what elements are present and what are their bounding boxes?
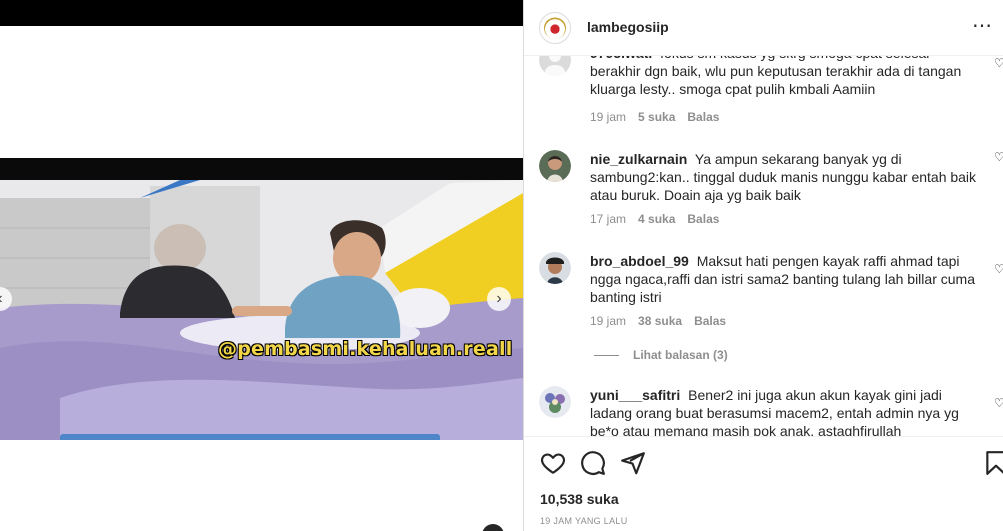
- comment-icon[interactable]: [580, 450, 606, 476]
- reply-button[interactable]: Balas: [694, 314, 726, 328]
- video-frame-image: [0, 158, 523, 440]
- comment-text: 9795iwati fokus sm kasus yg skrg smoga c…: [590, 56, 982, 98]
- author-logo-icon: [544, 17, 566, 39]
- heart-icon[interactable]: [540, 450, 566, 476]
- reply-button[interactable]: Balas: [687, 110, 719, 124]
- comment-meta: 17 jam 4 suka Balas: [590, 212, 719, 226]
- commenter-avatar[interactable]: [539, 150, 571, 182]
- comment-likes[interactable]: 38 suka: [638, 314, 682, 328]
- comment-meta: 19 jam 38 suka Balas: [590, 314, 726, 328]
- comment-text: bro_abdoel_99 Maksut hati pengen kayak r…: [590, 252, 982, 306]
- heart-icon[interactable]: ♡: [994, 150, 1003, 164]
- media-top-black-bar: [0, 0, 523, 26]
- send-icon[interactable]: [620, 450, 646, 476]
- post-header: lambegosiip ⋯: [524, 0, 1003, 56]
- commenter-username[interactable]: nie_zulkarnain: [590, 151, 687, 167]
- video-watermark: @pembasmi.kehaluan.reall: [218, 338, 513, 360]
- more-horizontal-icon[interactable]: ⋯: [972, 13, 993, 38]
- heart-icon[interactable]: ♡: [994, 262, 1003, 276]
- view-replies-line: [594, 354, 619, 356]
- comment-likes[interactable]: 4 suka: [638, 212, 675, 226]
- commenter-username[interactable]: 9795iwati: [590, 56, 652, 61]
- post-media-pane: @pembasmi.kehaluan.reall ‹ ›: [0, 0, 523, 531]
- comment-text: nie_zulkarnain Ya ampun sekarang banyak …: [590, 150, 982, 204]
- commenter-avatar[interactable]: [539, 56, 571, 76]
- view-replies-button[interactable]: Lihat balasan (3): [594, 348, 728, 362]
- comment-text: yuni___safitri Bener2 ini juga akun akun…: [590, 386, 982, 436]
- comment-time[interactable]: 19 jam: [590, 110, 626, 124]
- comments-list[interactable]: 9795iwati fokus sm kasus yg skrg smoga c…: [524, 56, 1003, 436]
- comment-likes[interactable]: 5 suka: [638, 110, 675, 124]
- comment-meta: 19 jam 5 suka Balas: [590, 110, 719, 124]
- heart-icon[interactable]: ♡: [994, 396, 1003, 410]
- commenter-username[interactable]: yuni___safitri: [590, 387, 680, 403]
- like-count[interactable]: 10,538 suka: [540, 491, 619, 507]
- media-bottom-control[interactable]: [482, 524, 504, 531]
- author-avatar[interactable]: [539, 12, 571, 44]
- reply-button[interactable]: Balas: [687, 212, 719, 226]
- view-replies-label: Lihat balasan (3): [633, 348, 728, 362]
- commenter-username[interactable]: bro_abdoel_99: [590, 253, 689, 269]
- commenter-avatar[interactable]: [539, 252, 571, 284]
- bookmark-icon[interactable]: [983, 450, 1003, 476]
- post-timestamp[interactable]: 19 JAM YANG LALU: [540, 516, 628, 526]
- commenter-avatar[interactable]: [539, 386, 571, 418]
- author-username[interactable]: lambegosiip: [587, 19, 669, 35]
- comment-time[interactable]: 19 jam: [590, 314, 626, 328]
- post-video[interactable]: @pembasmi.kehaluan.reall: [0, 158, 523, 440]
- comment-time[interactable]: 17 jam: [590, 212, 626, 226]
- actions-divider: [524, 436, 1003, 437]
- chevron-right-icon[interactable]: ›: [487, 287, 511, 311]
- heart-icon[interactable]: ♡: [994, 56, 1003, 70]
- post-side-panel: lambegosiip ⋯ 9795iwati fokus sm kasus y…: [524, 0, 1003, 531]
- post-actions: [524, 446, 1003, 480]
- comment-message: fokus sm kasus yg skrg smoga cpat selesa…: [590, 56, 962, 97]
